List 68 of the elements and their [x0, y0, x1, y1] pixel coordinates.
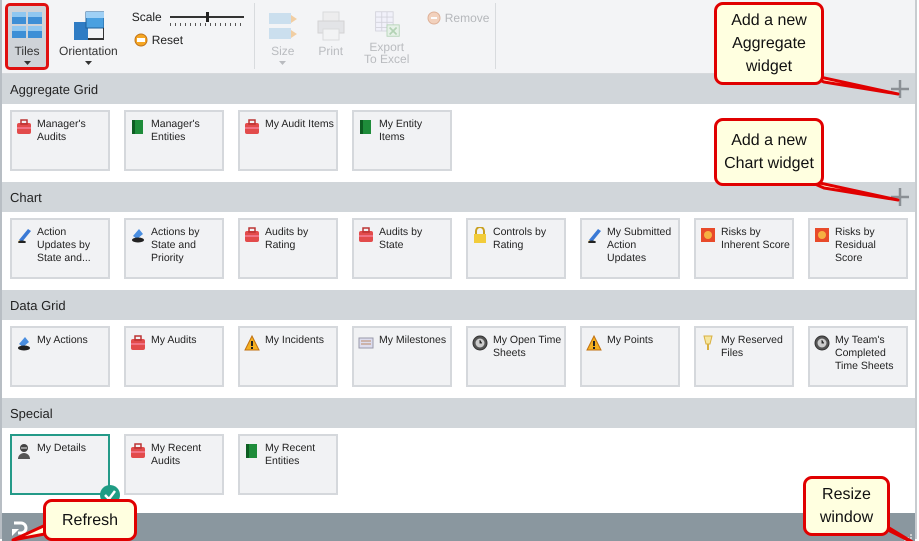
- callout: Add a new Chart widget: [714, 118, 824, 186]
- plus-icon: [891, 80, 909, 98]
- clock-icon: [814, 335, 830, 351]
- briefcase-icon: [130, 443, 146, 459]
- scale-label: Scale: [132, 10, 162, 24]
- pen-icon: [16, 227, 32, 243]
- briefcase-icon: [358, 227, 374, 243]
- widget-tile[interactable]: My Audit Items: [238, 110, 338, 171]
- widget-tile[interactable]: Actions by State and Priority: [124, 218, 224, 279]
- pen-icon: [586, 227, 602, 243]
- widget-tile[interactable]: Action Updates by State and...: [10, 218, 110, 279]
- widget-tile[interactable]: My Recent Audits: [124, 434, 224, 495]
- widget-tile[interactable]: My Details: [10, 434, 110, 495]
- section-title: Special: [10, 406, 53, 420]
- orientation-icon: [72, 10, 104, 42]
- widget-tile[interactable]: Audits by State: [352, 218, 452, 279]
- risk-icon: [700, 227, 716, 243]
- refresh-icon: [10, 518, 30, 536]
- remove-icon: [426, 11, 441, 25]
- book-icon: [244, 443, 260, 459]
- printer-icon: [314, 10, 347, 42]
- briefcase-icon: [16, 119, 32, 135]
- briefcase-icon: [244, 227, 260, 243]
- plus-icon: [891, 188, 909, 206]
- widget-tile[interactable]: Risks by Residual Score: [808, 218, 908, 279]
- reset-icon: [134, 33, 148, 47]
- widget-tile[interactable]: My Audits: [124, 326, 224, 387]
- widget-tile[interactable]: Audits by Rating: [238, 218, 338, 279]
- widget-tile[interactable]: Manager's Audits: [10, 110, 110, 171]
- widget-tile[interactable]: My Recent Entities: [238, 434, 338, 495]
- action-icon: [16, 335, 32, 351]
- section-title: Data Grid: [10, 298, 66, 312]
- widget-tile[interactable]: My Entity Items: [352, 110, 452, 171]
- briefcase-icon: [244, 119, 260, 135]
- callout: Add a new Aggregate widget: [714, 2, 824, 85]
- callout: Refresh: [43, 499, 137, 541]
- envelope-icon: [358, 335, 374, 351]
- action-icon: [130, 227, 146, 243]
- warning-icon: [244, 335, 260, 351]
- reset-button[interactable]: Reset: [132, 30, 244, 50]
- widget-tile[interactable]: My Incidents: [238, 326, 338, 387]
- risk-icon: [814, 227, 830, 243]
- widget-tile[interactable]: Risks by Inherent Score: [694, 218, 794, 279]
- resize-icon: [266, 10, 299, 42]
- lock-icon: [472, 227, 488, 243]
- slider-thumb[interactable]: [206, 12, 209, 22]
- person-icon: [16, 443, 32, 459]
- section-title: Chart: [10, 190, 42, 204]
- book-icon: [358, 119, 374, 135]
- widget-tile[interactable]: My Team's Completed Time Sheets: [808, 326, 908, 387]
- widget-tile[interactable]: Manager's Entities: [124, 110, 224, 171]
- ribbon-button[interactable]: Orientation: [53, 3, 124, 70]
- widget-tile[interactable]: My Actions: [10, 326, 110, 387]
- book-icon: [130, 119, 146, 135]
- section-title: Aggregate Grid: [10, 82, 98, 96]
- add-button[interactable]: [889, 186, 911, 208]
- widget-tile[interactable]: Controls by Rating: [466, 218, 566, 279]
- add-button[interactable]: [889, 78, 911, 100]
- callout: Resize window: [803, 476, 890, 536]
- briefcase-icon: [130, 335, 146, 351]
- warning-icon: [586, 335, 602, 351]
- clock-icon: [472, 335, 488, 351]
- widget-tile[interactable]: My Submitted Action Updates: [580, 218, 680, 279]
- widget-tile[interactable]: My Reserved Files: [694, 326, 794, 387]
- widget-tile[interactable]: My Open Time Sheets: [466, 326, 566, 387]
- widget-tile[interactable]: My Milestones: [352, 326, 452, 387]
- ribbon-button[interactable]: Tiles: [5, 3, 49, 70]
- widget-tile[interactable]: My Points: [580, 326, 680, 387]
